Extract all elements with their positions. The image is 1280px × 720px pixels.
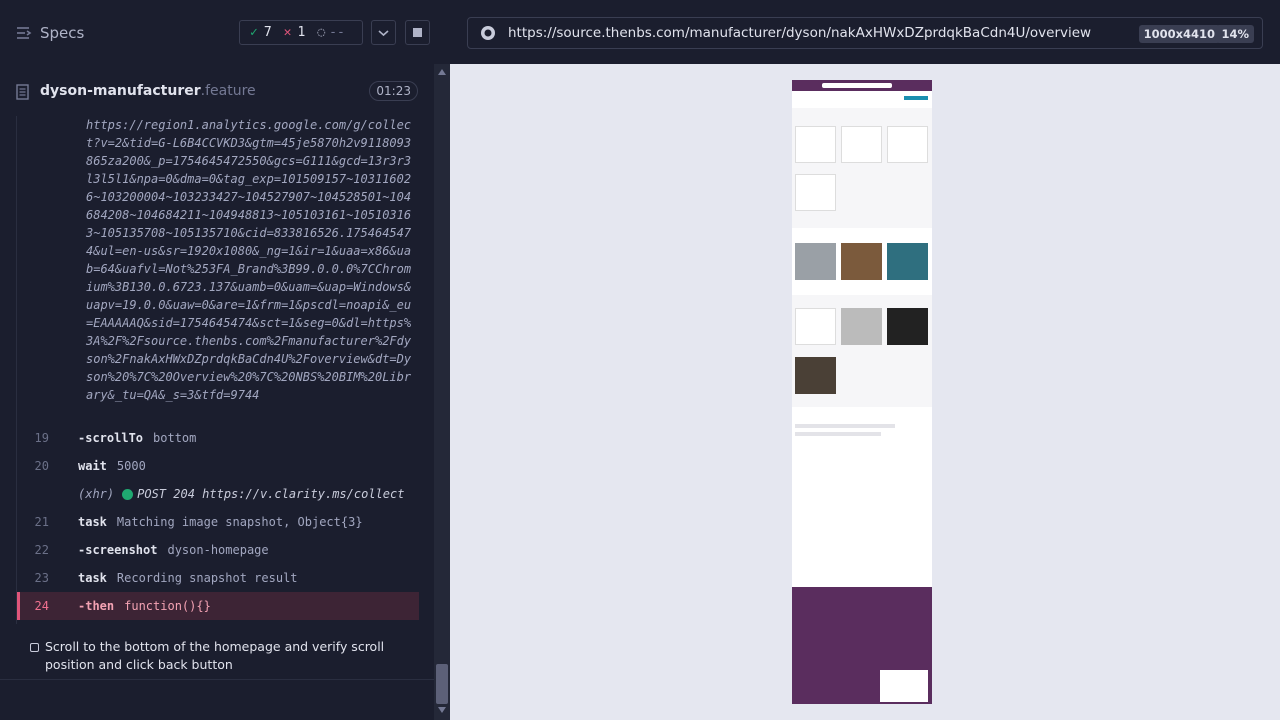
viewport-badge: 1000x4410 xyxy=(1138,25,1220,43)
command-name: task xyxy=(78,571,107,585)
zoom-badge: 14% xyxy=(1216,25,1254,43)
command-number: 23 xyxy=(34,571,49,585)
command-name: (xhr) xyxy=(78,487,115,501)
command-name: -screenshot xyxy=(78,543,158,557)
spec-file-header: dyson-manufacturer.feature 01:23 xyxy=(16,76,418,108)
scroll-up-icon xyxy=(438,69,446,75)
command-row-21[interactable]: 21 task Matching image snapshot, Object{… xyxy=(17,508,419,536)
document-icon xyxy=(16,84,29,100)
command-arg: POST 204 https://v.clarity.ms/collect xyxy=(137,487,405,501)
command-row-23[interactable]: 23 task Recording snapshot result xyxy=(17,564,419,592)
list-icon xyxy=(17,27,32,39)
command-number: 21 xyxy=(34,515,49,529)
spec-filename: dyson-manufacturer.feature xyxy=(40,83,256,99)
specs-label: Specs xyxy=(40,24,85,42)
preview-search xyxy=(822,83,892,88)
command-name: -scrollTo xyxy=(78,431,144,445)
command-row-19[interactable]: 19 -scrollTo bottom xyxy=(17,424,419,452)
dropdown-button[interactable] xyxy=(371,20,396,45)
preview-case-img xyxy=(841,243,882,280)
specs-button[interactable]: Specs xyxy=(16,24,84,42)
failed-count: 1 xyxy=(297,25,306,40)
command-number: 24 xyxy=(34,599,49,613)
passed-count: 7 xyxy=(263,25,272,40)
reporter-header: Specs ✓ 7 ✕ 1 ◌ -- xyxy=(0,0,450,64)
command-arg: 5000 xyxy=(116,459,146,473)
pending-count: -- xyxy=(329,25,345,40)
command-arg: Recording snapshot result xyxy=(116,571,298,585)
command-arg: dyson-homepage xyxy=(167,543,269,557)
divider xyxy=(0,679,434,680)
url-bar[interactable]: https://source.thenbs.com/manufacturer/d… xyxy=(467,17,1263,49)
log-url-text: https://region1.analytics.google.com/g/c… xyxy=(86,118,412,402)
scrollbar-thumb[interactable] xyxy=(436,664,448,704)
globe-icon xyxy=(481,26,495,40)
command-row-24[interactable]: 24 -then function(){} xyxy=(17,592,419,620)
test-title: Scroll to the bottom of the homepage and… xyxy=(45,639,385,672)
check-icon: ✓ xyxy=(250,25,258,40)
stop-icon xyxy=(413,28,422,37)
browser-header: https://source.thenbs.com/manufacturer/d… xyxy=(450,0,1280,64)
command-number: 20 xyxy=(34,459,49,473)
app-preview-frame[interactable] xyxy=(792,80,932,704)
log-scrollbar[interactable] xyxy=(434,64,450,720)
preview-cta xyxy=(904,96,928,100)
preview-tag-row xyxy=(795,424,895,428)
chevron-down-icon xyxy=(378,30,389,37)
preview-cookie-box xyxy=(880,670,928,702)
status-dot-icon xyxy=(122,488,134,500)
scroll-down-icon xyxy=(438,707,446,713)
command-name: wait xyxy=(78,459,107,473)
spec-duration: 01:23 xyxy=(369,81,418,101)
preview-product-img xyxy=(841,126,882,163)
preview-product-img xyxy=(795,126,836,163)
preview-doc-img xyxy=(887,308,928,345)
preview-product-img xyxy=(887,126,928,163)
command-number: 22 xyxy=(34,543,49,557)
reporter-panel: Specs ✓ 7 ✕ 1 ◌ -- dyson-manufacturer.fe… xyxy=(0,0,450,720)
preview-doc-img xyxy=(795,357,836,394)
command-row-22[interactable]: 22 -screenshot dyson-homepage xyxy=(17,536,419,564)
command-row-20[interactable]: 20 wait 5000 xyxy=(17,452,419,480)
preview-doc-img xyxy=(841,308,882,345)
url-text: https://source.thenbs.com/manufacturer/d… xyxy=(508,25,1092,41)
preview-case-img xyxy=(795,243,836,280)
command-number: 19 xyxy=(34,431,49,445)
checkbox-icon xyxy=(30,643,39,652)
stop-button[interactable] xyxy=(405,20,430,45)
spinner-icon: ◌ xyxy=(317,25,326,40)
preview-case-img xyxy=(887,243,928,280)
command-arg: Matching image snapshot, Object{3} xyxy=(116,515,363,529)
command-log: https://region1.analytics.google.com/g/c… xyxy=(16,116,419,624)
test-title-row[interactable]: Scroll to the bottom of the homepage and… xyxy=(30,638,410,674)
command-arg: bottom xyxy=(153,431,197,445)
spec-extension: .feature xyxy=(200,83,256,99)
app-preview-panel: https://source.thenbs.com/manufacturer/d… xyxy=(450,0,1280,720)
spec-name: dyson-manufacturer xyxy=(40,83,201,99)
preview-product-img xyxy=(795,174,836,211)
command-name: task xyxy=(78,515,107,529)
preview-doc-img xyxy=(795,308,836,345)
command-row-xhr[interactable]: (xhr) POST 204 https://v.clarity.ms/coll… xyxy=(17,480,419,508)
command-arg: function(){} xyxy=(124,599,211,613)
preview-tag-row xyxy=(795,432,881,436)
command-name: -then xyxy=(78,599,115,613)
test-stats: ✓ 7 ✕ 1 ◌ -- xyxy=(239,20,363,45)
x-icon: ✕ xyxy=(283,25,292,40)
